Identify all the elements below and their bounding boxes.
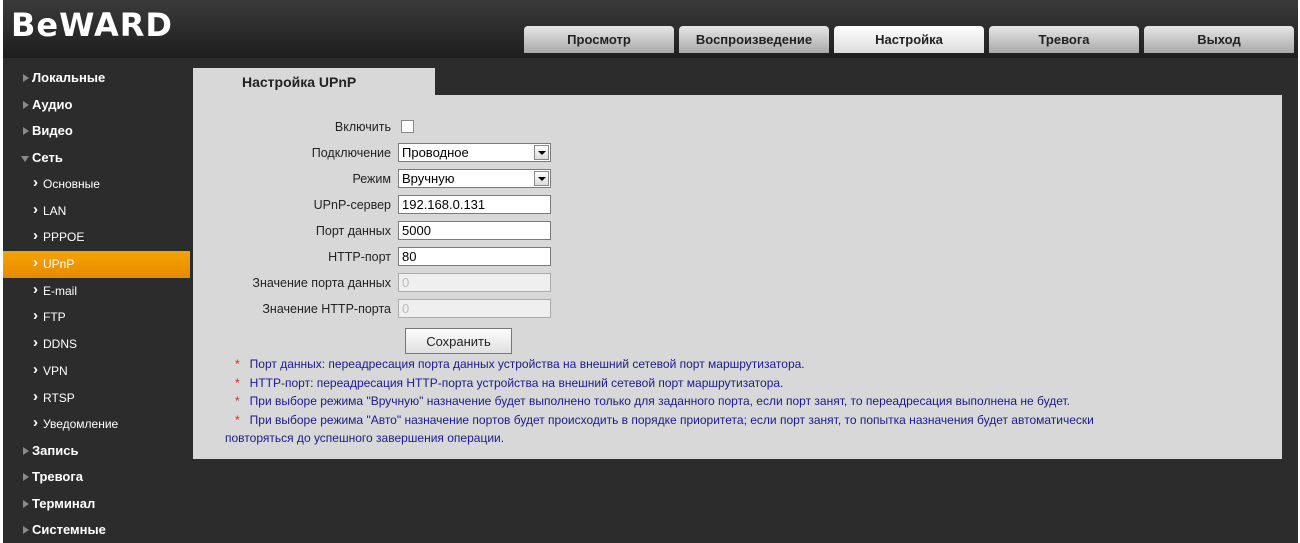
sidebar-subitem-notification[interactable]: Уведомление xyxy=(3,410,193,438)
app-window: BeWARD Просмотр Воспроизведение Настройк… xyxy=(3,0,1298,543)
sidebar-subitem-email[interactable]: E-mail xyxy=(3,277,193,305)
sidebar-item-record[interactable]: Запись xyxy=(3,438,193,465)
tab-logout[interactable]: Выход xyxy=(1144,26,1294,53)
sidebar-item-audio[interactable]: Аудио xyxy=(3,92,193,119)
note-text: При выборе режима "Вручную" назначение б… xyxy=(249,394,1071,408)
upnp-server-input[interactable]: 192.168.0.131 xyxy=(398,195,551,214)
note-marker: * xyxy=(235,357,240,371)
sidebar-subitem-rtsp[interactable]: RTSP xyxy=(3,384,193,412)
note-text: При выборе режима "Авто" назначение порт… xyxy=(249,412,1094,427)
connection-label: Подключение xyxy=(311,146,391,160)
upnp-server-label: UPnP-сервер xyxy=(313,198,391,212)
chevron-down-icon[interactable] xyxy=(534,171,549,186)
tab-alarm[interactable]: Тревога xyxy=(989,26,1139,53)
http-port-mapped-input: 0 xyxy=(398,299,551,318)
main-tabs: Просмотр Воспроизведение Настройка Трево… xyxy=(524,26,1298,53)
note-marker: * xyxy=(235,412,240,427)
note-text: HTTP-порт: переадресация HTTP-порта устр… xyxy=(249,375,784,390)
sidebar-subitem-upnp[interactable]: UPnP xyxy=(3,250,190,278)
chevron-down-icon[interactable] xyxy=(534,145,549,160)
sidebar-subitem-pppoe[interactable]: PPPOE xyxy=(3,223,193,251)
mode-label: Режим xyxy=(352,172,391,186)
tab-playback[interactable]: Воспроизведение xyxy=(679,26,829,53)
sidebar-item-local[interactable]: Локальные xyxy=(3,65,193,92)
connection-value: Проводное xyxy=(402,145,469,160)
data-port-mapped-input: 0 xyxy=(398,273,551,292)
note-auto-mode-cont: повторяться до успешного завершения опер… xyxy=(225,431,505,445)
mode-select[interactable]: Вручную xyxy=(398,169,551,188)
save-button[interactable]: Сохранить xyxy=(405,328,512,354)
beward-logo: BeWARD xyxy=(11,6,173,44)
tab-settings[interactable]: Настройка xyxy=(834,26,984,53)
data-port-input[interactable]: 5000 xyxy=(398,221,551,240)
panel-title: Настройка UPnP xyxy=(193,68,435,95)
sidebar-item-video[interactable]: Видео xyxy=(3,118,193,145)
sidebar-item-alarm[interactable]: Тревога xyxy=(3,464,193,491)
mode-value: Вручную xyxy=(402,171,455,186)
http-port-input[interactable]: 80 xyxy=(398,247,551,266)
sidebar: Локальные Аудио Видео Сеть Основные LAN … xyxy=(3,65,193,543)
sidebar-subitem-ddns[interactable]: DDNS xyxy=(3,330,193,358)
http-port-label: HTTP-порт xyxy=(328,250,391,264)
note-data-port: * Порт данных: переадресация порта данных… xyxy=(235,355,1275,374)
sidebar-item-network[interactable]: Сеть xyxy=(3,145,193,172)
connection-select[interactable]: Проводное xyxy=(398,143,551,162)
upnp-settings-panel: Включить Подключение Проводное Режим Вру… xyxy=(193,95,1282,459)
sidebar-subitem-lan[interactable]: LAN xyxy=(3,197,193,225)
sidebar-item-system[interactable]: Системные xyxy=(3,517,193,543)
notes: * Порт данных: переадресация порта данных… xyxy=(225,355,1275,448)
enable-label: Включить xyxy=(334,120,391,134)
data-port-label: Порт данных xyxy=(315,224,391,238)
note-text: Порт данных: переадресация порта данных … xyxy=(249,357,805,371)
note-http-port: * HTTP-порт: переадресация HTTP-порта уст… xyxy=(235,374,1275,393)
note-auto-mode: * При выборе режима "Авто" назначение пор… xyxy=(235,411,1275,430)
sidebar-subitem-ftp[interactable]: FTP xyxy=(3,303,193,331)
note-marker: * xyxy=(235,394,240,408)
sidebar-subitem-vpn[interactable]: VPN xyxy=(3,357,193,385)
data-port-mapped-label: Значение порта данных xyxy=(252,276,391,290)
sidebar-item-terminal[interactable]: Терминал xyxy=(3,491,193,518)
note-marker: * xyxy=(235,375,240,390)
note-manual-mode: * При выборе режима "Вручную" назначение … xyxy=(235,392,1275,411)
http-port-mapped-label: Значение HTTP-порта xyxy=(262,302,391,316)
sidebar-subitem-basic[interactable]: Основные xyxy=(3,170,193,198)
tab-view[interactable]: Просмотр xyxy=(524,26,674,53)
enable-checkbox[interactable] xyxy=(401,120,414,133)
